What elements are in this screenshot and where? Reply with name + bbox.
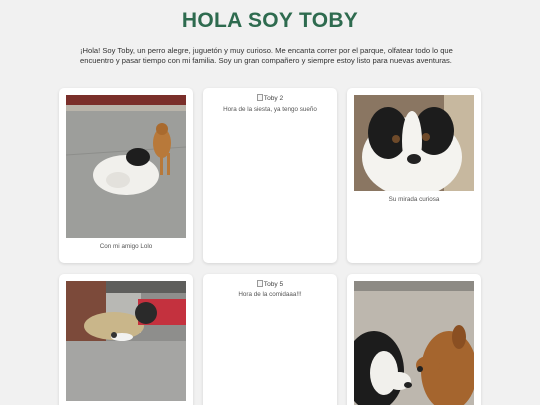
image-alt-text: Toby 2 bbox=[263, 95, 284, 102]
photo-toby-closeup[interactable] bbox=[354, 95, 474, 191]
photo-toby-with-lolo[interactable] bbox=[66, 95, 186, 238]
image-alt-text: Toby 5 bbox=[263, 281, 284, 288]
broken-image-toby-2[interactable]: Toby 2 bbox=[203, 94, 337, 102]
photo-toby-in-barn[interactable] bbox=[66, 281, 186, 401]
gallery-card-1: Con mi amigo Lolo bbox=[59, 88, 193, 263]
intro-text: ¡Hola! Soy Toby, un perro alegre, juguet… bbox=[80, 46, 453, 65]
broken-image-toby-5[interactable]: Toby 5 bbox=[203, 280, 337, 288]
gallery-card-6 bbox=[347, 274, 481, 405]
card-caption: Hora de la comidaaa!!! bbox=[238, 291, 302, 298]
broken-image-icon bbox=[256, 94, 263, 101]
photo-toby-and-dog[interactable] bbox=[354, 281, 474, 405]
page-title: HOLA SOY TOBY bbox=[181, 9, 359, 32]
card-caption: Con mi amigo Lolo bbox=[99, 243, 153, 250]
card-caption: Hora de la siesta, ya tengo sueño bbox=[223, 106, 317, 113]
broken-image-icon bbox=[256, 280, 263, 287]
card-caption: Su mirada curiosa bbox=[388, 196, 440, 203]
gallery-card-5: Toby 5 Hora de la comidaaa!!! bbox=[203, 274, 337, 405]
gallery-card-4 bbox=[59, 274, 193, 405]
gallery-card-3: Su mirada curiosa bbox=[347, 88, 481, 263]
gallery-card-2: Toby 2 Hora de la siesta, ya tengo sueño bbox=[203, 88, 337, 263]
